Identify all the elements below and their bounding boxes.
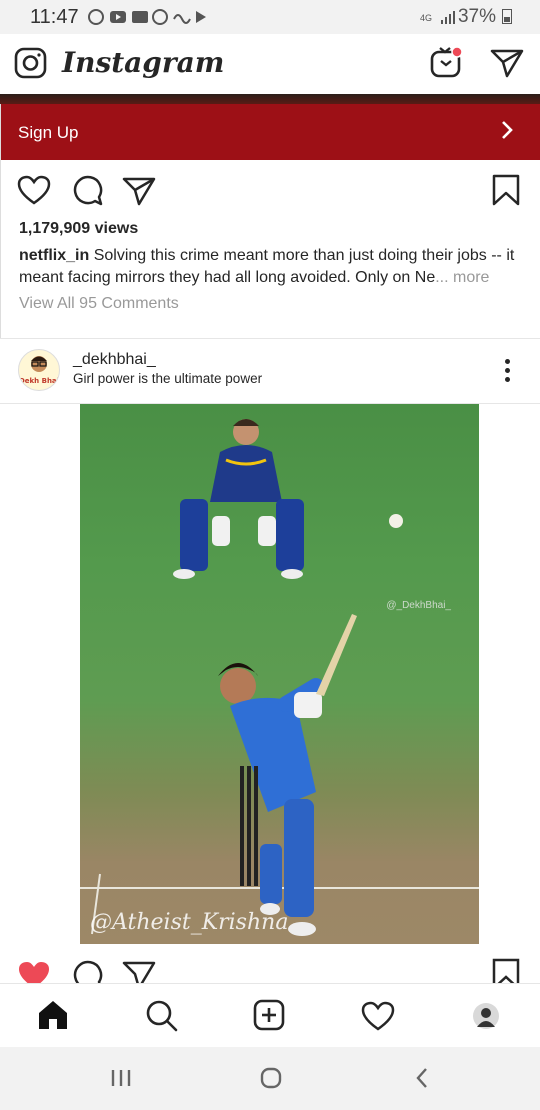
avatar[interactable]: Dekh Bhai <box>18 349 60 391</box>
activity-icon[interactable] <box>361 1001 395 1036</box>
sign-up-cta[interactable]: Sign Up <box>0 104 540 160</box>
back-icon[interactable] <box>414 1067 430 1094</box>
new-post-icon[interactable] <box>253 999 285 1036</box>
more-link[interactable]: ... more <box>435 269 489 286</box>
search-icon[interactable] <box>145 999 179 1038</box>
caption-username[interactable]: netflix_in <box>19 247 89 264</box>
photo-watermark: @_DekhBhai_ <box>386 600 451 611</box>
comment-icon[interactable] <box>71 175 103 212</box>
more-options-icon[interactable] <box>505 359 511 386</box>
photo-signature: @Atheist_Krishna <box>90 910 289 935</box>
app-header: Instagram <box>0 34 540 94</box>
like-icon[interactable] <box>17 175 51 210</box>
instagram-logo: Instagram <box>62 46 225 79</box>
bottom-nav <box>0 983 540 1048</box>
network-type: 4G <box>419 13 432 23</box>
ad-media-bottom-edge <box>0 94 540 104</box>
save-icon[interactable] <box>492 174 520 211</box>
post-caption: netflix_in Solving this crime meant more… <box>19 245 524 289</box>
status-time: 11:47 <box>30 6 79 28</box>
notification-icons <box>88 7 208 32</box>
sign-up-label: Sign Up <box>18 123 79 142</box>
recents-icon[interactable] <box>110 1068 132 1093</box>
scroll-edge <box>0 104 5 338</box>
svg-text:Dekh Bhai: Dekh Bhai <box>19 377 59 385</box>
battery-icon <box>502 9 512 24</box>
home-icon[interactable] <box>37 999 69 1036</box>
system-nav-bar <box>0 1047 540 1110</box>
cricket-scene <box>80 419 479 936</box>
share-icon[interactable] <box>122 176 156 211</box>
chevron-right-icon <box>500 117 514 148</box>
signal-icon <box>440 9 456 30</box>
camera-icon[interactable] <box>14 47 48 84</box>
post-photo[interactable]: @_DekhBhai_ @Atheist_Krishna <box>80 404 479 944</box>
view-comments-link[interactable]: View All 95 Comments <box>19 295 179 313</box>
profile-avatar[interactable] <box>472 1002 500 1035</box>
post-username[interactable]: _dekhbhai_ <box>73 351 156 369</box>
igtv-icon[interactable] <box>429 44 465 85</box>
status-bar: 11:47 4G 37% <box>0 0 540 34</box>
battery-percent: 37% <box>457 6 496 27</box>
home-circle-icon[interactable] <box>260 1067 282 1094</box>
post-subtitle: Girl power is the ultimate power <box>73 371 263 386</box>
view-count: 1,179,909 views <box>19 220 139 237</box>
post-divider <box>0 338 540 339</box>
direct-message-icon[interactable] <box>490 48 524 83</box>
